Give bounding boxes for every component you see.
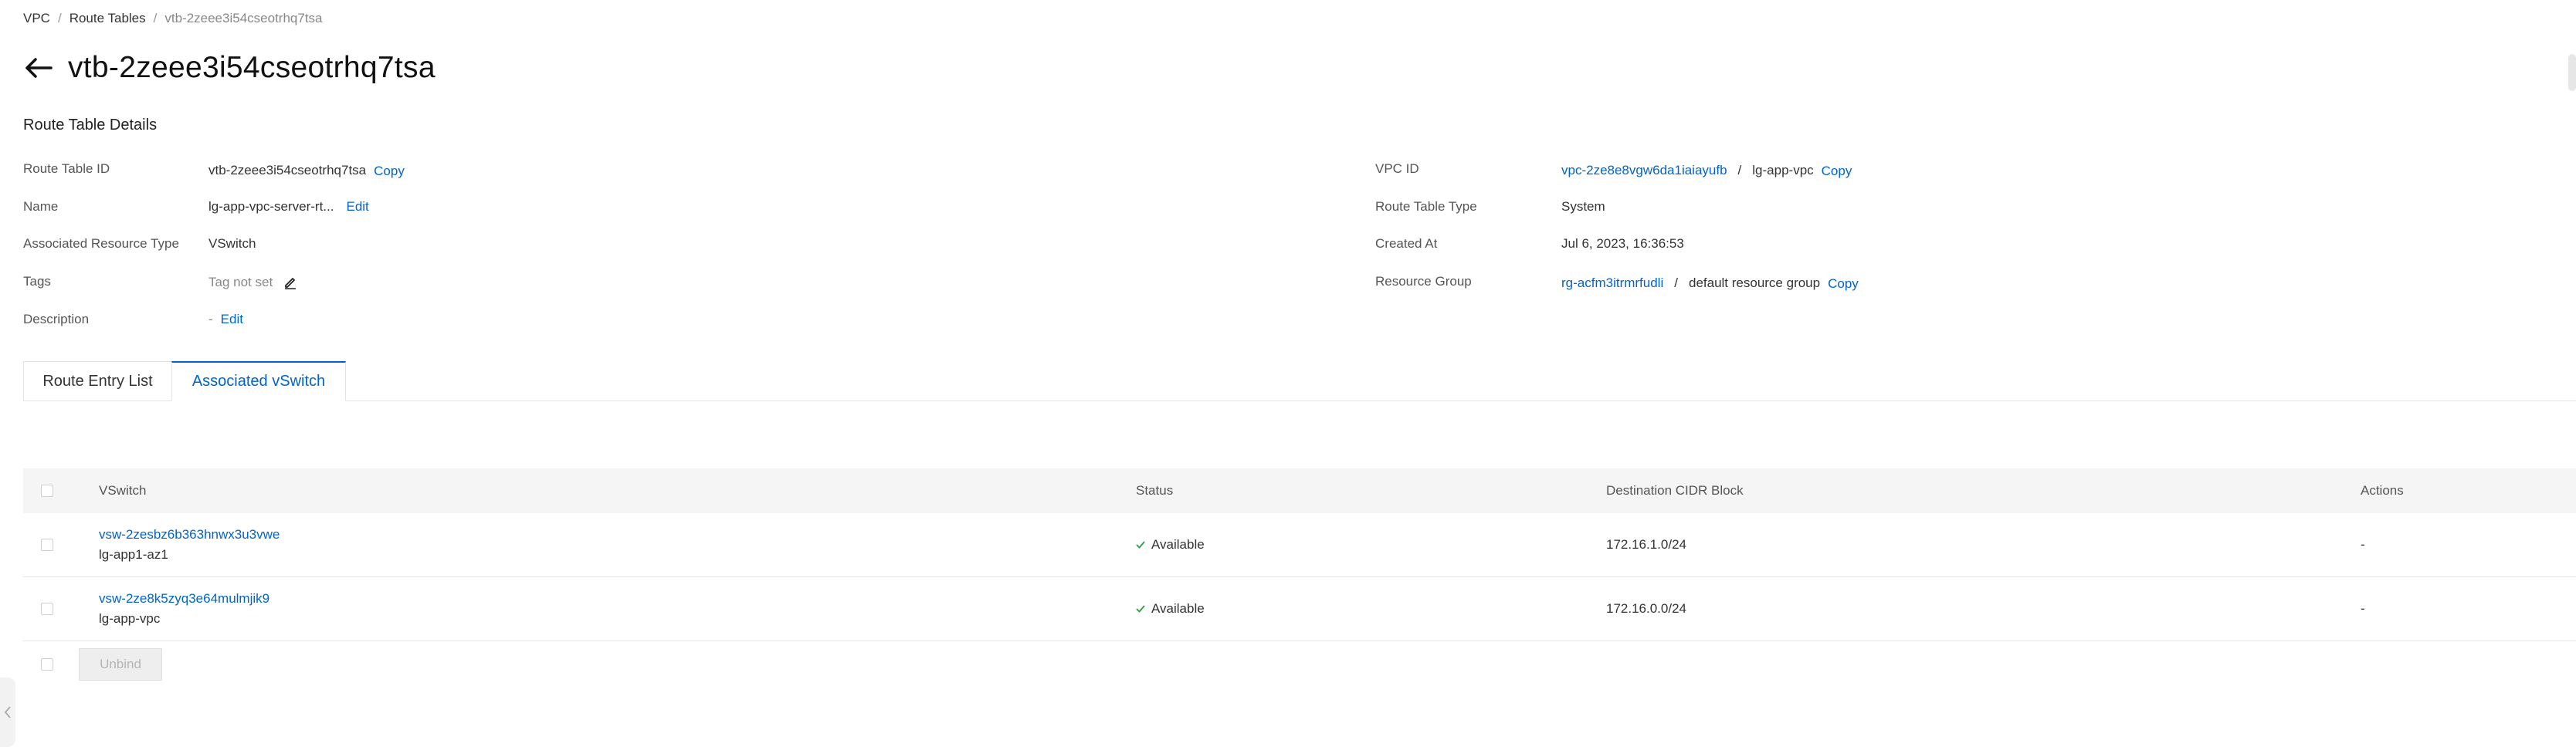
vpc-name-value: lg-app-vpc	[1752, 162, 1814, 177]
footer-select-all-checkbox[interactable]	[41, 658, 53, 671]
chevron-left-icon	[4, 706, 11, 718]
unbind-button[interactable]: Unbind	[79, 648, 162, 681]
resource-group-value: default resource group	[1688, 275, 1821, 290]
column-status: Status	[1136, 483, 1174, 498]
scrollbar-thumb[interactable]	[2568, 54, 2576, 91]
collapse-sidebar-handle[interactable]	[0, 678, 15, 747]
resource-group-label: Resource Group	[1375, 274, 1472, 289]
name-value: lg-app-vpc-server-rt...	[208, 199, 334, 214]
column-cidr: Destination CIDR Block	[1606, 483, 1744, 498]
copy-vpc-id-button[interactable]: Copy	[1822, 164, 1852, 179]
description-label: Description	[23, 312, 90, 326]
column-actions: Actions	[2361, 483, 2404, 498]
description-value-group: - Edit	[208, 312, 243, 327]
vswitch-cell: vsw-2zesbz6b363hnwx3u3vwe lg-app1-az1	[99, 513, 280, 576]
table-header: VSwitch Status Destination CIDR Block Ac…	[23, 468, 2576, 513]
tab-associated-vswitch[interactable]: Associated vSwitch	[171, 361, 346, 401]
breadcrumb-route-tables[interactable]: Route Tables	[69, 11, 146, 25]
name-value-group: lg-app-vpc-server-rt... Edit	[208, 199, 369, 215]
route-table-type-label: Route Table Type	[1375, 199, 1477, 214]
edit-name-button[interactable]: Edit	[346, 199, 368, 215]
actions-cell: -	[2361, 537, 2365, 552]
vswitch-cell: vsw-2ze8k5zyq3e64mulmjik9 lg-app-vpc	[99, 577, 269, 641]
table-row: vsw-2ze8k5zyq3e64mulmjik9 lg-app-vpc Ava…	[23, 577, 2576, 641]
table-row: vsw-2zesbz6b363hnwx3u3vwe lg-app1-az1 Av…	[23, 513, 2576, 577]
column-vswitch: VSwitch	[99, 483, 147, 498]
tags-value-group: Tag not set	[208, 275, 297, 290]
page-header: vtb-2zeee3i54cseotrhq7tsa	[23, 51, 436, 85]
breadcrumb-separator: /	[57, 11, 62, 25]
vswitch-name: lg-app-vpc	[99, 611, 161, 626]
row-checkbox[interactable]	[41, 513, 53, 576]
resource-group-link[interactable]: rg-acfm3itrmrfudli	[1561, 275, 1663, 291]
description-value: -	[208, 312, 213, 326]
resource-group-separator: /	[1674, 275, 1678, 290]
copy-route-table-id-button[interactable]: Copy	[374, 164, 405, 179]
edit-description-button[interactable]: Edit	[221, 312, 243, 327]
route-table-type-value: System	[1561, 199, 1605, 214]
check-icon	[1136, 605, 1145, 613]
vpc-id-link[interactable]: vpc-2ze8e8vgw6da1iaiayufb	[1561, 163, 1727, 178]
table-footer: Unbind	[23, 648, 162, 681]
tags-label: Tags	[23, 274, 51, 289]
resource-type-label: Associated Resource Type	[23, 236, 179, 251]
name-label: Name	[23, 199, 59, 214]
resource-type-value: VSwitch	[208, 236, 256, 251]
vswitch-name: lg-app1-az1	[99, 547, 168, 562]
breadcrumb-vpc[interactable]: VPC	[23, 11, 50, 25]
created-at-label: Created At	[1375, 236, 1438, 251]
copy-resource-group-button[interactable]: Copy	[1828, 276, 1859, 292]
route-table-id-value-group: vtb-2zeee3i54cseotrhq7tsa Copy	[208, 161, 405, 179]
breadcrumb: VPC / Route Tables / vtb-2zeee3i54cseotrhq7t…	[23, 11, 323, 26]
page-title: vtb-2zeee3i54cseotrhq7tsa	[68, 51, 436, 84]
vpc-id-value-group: vpc-2ze8e8vgw6da1iaiayufb / lg-app-vpc C…	[1561, 161, 1852, 179]
select-all-checkbox[interactable]	[41, 468, 53, 513]
vpc-id-label: VPC ID	[1375, 161, 1419, 176]
status-text: Available	[1151, 601, 1205, 616]
status-cell: Available	[1136, 577, 1205, 641]
row-checkbox[interactable]	[41, 577, 53, 641]
vpc-id-separator: /	[1737, 162, 1742, 177]
tab-route-entry-list[interactable]: Route Entry List	[23, 361, 172, 401]
section-title: Route Table Details	[23, 117, 158, 134]
check-icon	[1136, 541, 1145, 549]
arrow-left-icon[interactable]	[23, 52, 54, 83]
tab-bar: Route Entry List Associated vSwitch	[23, 361, 2576, 401]
status-cell: Available	[1136, 513, 1205, 576]
route-table-id-label: Route Table ID	[23, 161, 110, 176]
edit-pencil-icon[interactable]	[283, 275, 297, 289]
vswitch-id-link[interactable]: vsw-2ze8k5zyq3e64mulmjik9	[99, 591, 269, 607]
status-text: Available	[1151, 537, 1205, 552]
vswitch-id-link[interactable]: vsw-2zesbz6b363hnwx3u3vwe	[99, 527, 280, 543]
breadcrumb-separator: /	[153, 11, 158, 25]
created-at-value: Jul 6, 2023, 16:36:53	[1561, 236, 1684, 251]
tags-value: Tag not set	[208, 275, 273, 289]
resource-group-value-group: rg-acfm3itrmrfudli / default resource gr…	[1561, 274, 1859, 292]
actions-cell: -	[2361, 601, 2365, 616]
breadcrumb-current: vtb-2zeee3i54cseotrhq7tsa	[164, 11, 323, 25]
cidr-cell: 172.16.1.0/24	[1606, 537, 1686, 552]
route-table-id-value: vtb-2zeee3i54cseotrhq7tsa	[208, 162, 367, 177]
cidr-cell: 172.16.0.0/24	[1606, 601, 1686, 616]
